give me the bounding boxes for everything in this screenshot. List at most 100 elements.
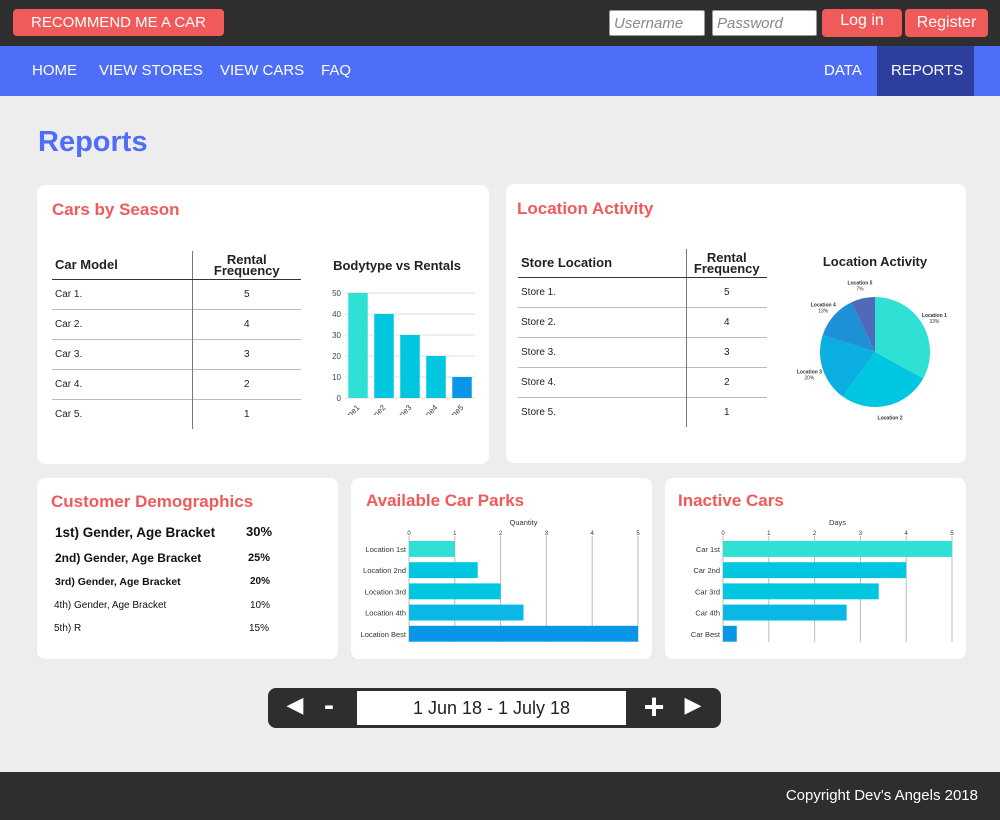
row-name: Car 3.: [52, 338, 192, 369]
demographic-row-value: 15%: [249, 623, 270, 634]
bar: [723, 604, 847, 621]
demographic-row-label: 3rd) Gender, Age Bracket: [55, 576, 181, 588]
customer-demographics-title: Customer Demographics: [51, 492, 254, 511]
bodytype-bar-chart: Bodytype vs Rentals 0 10 20 30 40 50 Type1 Type2…: [332, 258, 475, 415]
row-value: 4: [685, 306, 767, 337]
plus-button[interactable]: +: [638, 686, 670, 728]
table-row: Store 1. 5: [518, 276, 767, 307]
row-name: Car 4.: [52, 368, 192, 399]
bar: [723, 625, 737, 642]
row-value: 1: [685, 396, 767, 427]
x-tick-label: 1: [767, 531, 771, 537]
y-tick-label: Car 3rd: [695, 587, 720, 596]
recommend-car-button[interactable]: RECOMMEND ME A CAR: [13, 9, 224, 36]
car-parks-bar-chart: Quantity 0 1 2 3 4 5 Location 1st Location 2nd Lo…: [361, 518, 640, 642]
y-tick-label: 20: [332, 352, 341, 361]
x-tick-label: 1: [453, 531, 457, 537]
top-bar: RECOMMEND ME A CAR Log in Register: [0, 0, 1000, 46]
col-rental-frequency: Rental Frequency: [685, 249, 767, 278]
username-input[interactable]: [609, 10, 705, 36]
table-row: Car 5. 1: [52, 398, 301, 429]
chart-title: Location Activity: [823, 254, 928, 269]
col-rental-frequency-l2: Frequency: [213, 262, 280, 278]
axis-label: Days: [829, 518, 846, 527]
pie-slice-value: 7%: [856, 287, 864, 293]
chart-title: Bodytype vs Rentals: [333, 258, 461, 273]
y-tick-label: 0: [337, 394, 342, 403]
main-nav: HOME VIEW STORES VIEW CARS FAQ DATA REPO…: [0, 46, 1000, 96]
bar: [426, 356, 446, 398]
x-tick-label: 4: [591, 531, 595, 537]
col-store-location: Store Location: [518, 249, 686, 278]
y-tick-label: Location 1st: [366, 545, 407, 554]
row-value: 1: [191, 398, 301, 429]
x-tick-label: Type4: [418, 403, 440, 415]
bar: [409, 604, 524, 621]
bar: [374, 314, 394, 398]
cars-by-season-title: Cars by Season: [52, 200, 180, 219]
col-rental-frequency: Rental Frequency: [191, 251, 301, 280]
pie-slice-value: 13%: [818, 308, 829, 314]
inactive-cars-bar-chart: Days 0 1 2 3 4 5 Car 1st Car 2nd Car 3rd Car 4th Ca…: [691, 518, 954, 642]
bar: [348, 293, 368, 398]
row-value: 3: [191, 338, 301, 369]
minus-button[interactable]: -: [317, 689, 341, 723]
season-table: Car Model Rental Frequency Car 1. 5 Car 2.…: [52, 251, 301, 429]
x-tick-label: Type2: [366, 403, 388, 415]
table-row: Store 3. 3: [518, 336, 767, 367]
nav-faq[interactable]: FAQ: [321, 46, 351, 96]
next-icon[interactable]: ▶: [680, 692, 706, 718]
bar: [452, 377, 472, 398]
nav-data[interactable]: DATA: [824, 46, 862, 96]
bar: [723, 541, 952, 557]
x-tick-label: 4: [905, 531, 909, 537]
row-value: 4: [191, 308, 301, 339]
y-tick-label: Car Best: [691, 630, 721, 639]
y-tick-label: Location 3rd: [365, 587, 406, 596]
col-car-model: Car Model: [52, 251, 192, 280]
login-button[interactable]: Log in: [822, 9, 902, 37]
x-tick-label: 5: [636, 531, 640, 537]
x-tick-label: 0: [721, 531, 725, 537]
y-tick-label: Car 2nd: [693, 566, 720, 575]
x-tick-label: 2: [499, 531, 503, 537]
table-row: Car 4. 2: [52, 368, 301, 399]
date-range-display: 1 Jun 18 - 1 July 18: [357, 691, 626, 725]
password-input[interactable]: [712, 10, 817, 36]
demographic-row-value: 10%: [250, 600, 271, 611]
y-tick-label: Location Best: [361, 630, 407, 639]
nav-home[interactable]: HOME: [32, 46, 77, 96]
x-tick-label: 2: [813, 531, 817, 537]
table-row: Store 4. 2: [518, 366, 767, 397]
y-tick-label: 10: [332, 373, 341, 382]
register-button[interactable]: Register: [905, 9, 988, 37]
pie-slice-label: Location 2: [878, 415, 903, 420]
nav-view-cars[interactable]: VIEW CARS: [220, 46, 304, 96]
nav-reports[interactable]: REPORTS: [877, 46, 974, 96]
demographic-row-label: 5th) R: [54, 623, 82, 634]
pie-slice-value: 20%: [804, 375, 815, 381]
axis-label: Quantity: [510, 518, 538, 527]
nav-view-stores[interactable]: VIEW STORES: [99, 46, 203, 96]
footer: Copyright Dev's Angels 2018: [0, 772, 1000, 820]
x-tick-label: Type5: [444, 403, 466, 415]
cars-by-season-card: Cars by Season Car Model Rental Frequency…: [37, 185, 489, 464]
row-name: Store 5.: [518, 396, 686, 427]
y-tick-label: 50: [332, 289, 341, 298]
prev-icon[interactable]: ◀: [282, 692, 308, 718]
table-row: Car 3. 3: [52, 338, 301, 369]
available-car-parks-title: Available Car Parks: [366, 491, 525, 510]
row-name: Car 5.: [52, 398, 192, 429]
demographic-row-value: 20%: [250, 576, 271, 587]
location-activity-title: Location Activity: [517, 199, 654, 218]
demographic-row-label: 1st) Gender, Age Bracket: [55, 525, 216, 540]
table-row: Store 2. 4: [518, 306, 767, 337]
y-tick-label: Location 2nd: [363, 566, 406, 575]
demographic-row-label: 2nd) Gender, Age Bracket: [55, 551, 202, 565]
location-pie-chart: Location ActivityLocation 133%Location 2…: [797, 254, 947, 420]
y-tick-label: Car 1st: [696, 545, 721, 554]
bar: [409, 541, 455, 557]
row-name: Store 4.: [518, 366, 686, 397]
row-name: Store 2.: [518, 306, 686, 337]
x-tick-label: Type3: [392, 403, 414, 415]
